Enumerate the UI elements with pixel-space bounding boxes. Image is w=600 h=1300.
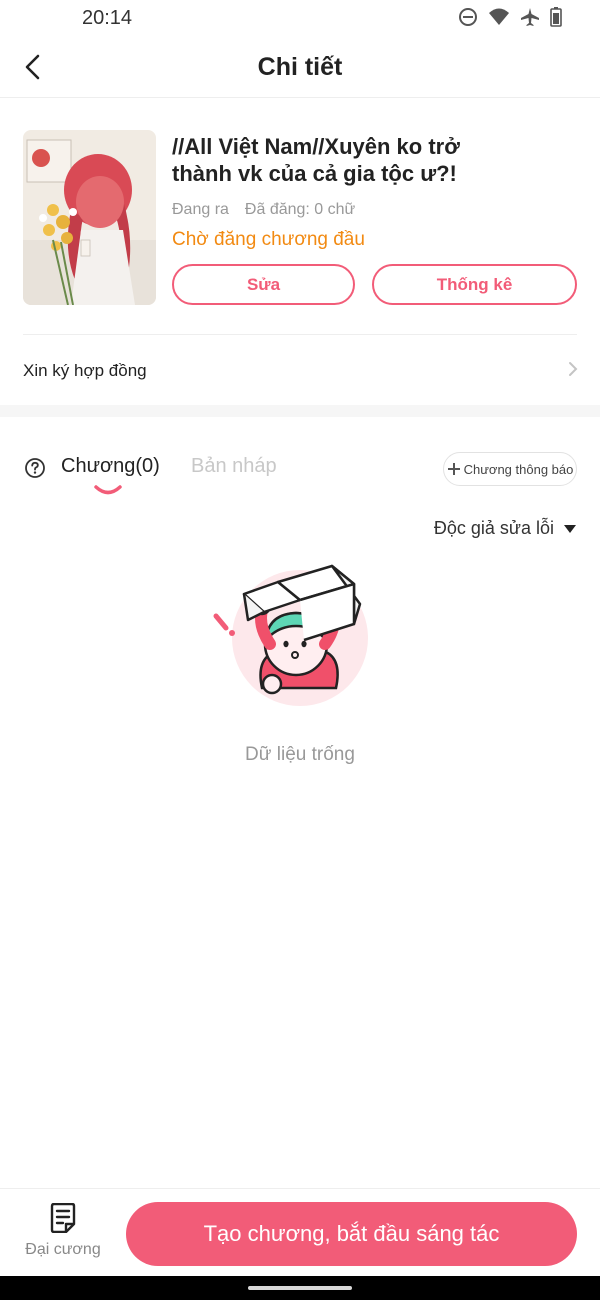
caret-down-icon [564,524,576,533]
tab-chapters[interactable]: Chương(0) [61,455,160,478]
outline-button[interactable]: Đại cương [14,1203,112,1265]
empty-state-text: Dữ liệu trống [245,744,355,765]
book-title: //All Việt Nam//Xuyên ko trở thành vk củ… [172,134,460,186]
empty-state-illustration [213,564,368,706]
book-status: Chờ đăng chương đầu [172,229,365,250]
edit-button[interactable]: Sửa [172,264,355,305]
system-navigation-bar [0,1276,600,1300]
book-meta: Đang ra Đã đăng: 0 chữ [172,201,355,219]
contract-row[interactable]: Xin ký hợp đồng [0,335,600,405]
status-icons [458,7,562,27]
wifi-icon [489,8,509,25]
battery-icon [550,7,562,27]
outline-document-icon [50,1203,76,1233]
section-separator [0,405,600,417]
app-header: Chi tiết [0,36,600,98]
reader-corrections-label: Độc giả sửa lỗi [433,518,554,538]
book-state: Đang ra [172,201,229,218]
bottom-action-bar: Đại cương Tạo chương, bắt đầu sáng tác [0,1188,600,1276]
announcement-chapter-label: Chương thông báo [463,461,574,477]
tab-active-indicator [94,485,122,495]
do-not-disturb-icon [459,8,477,26]
tab-drafts[interactable]: Bản nháp [191,455,277,478]
create-chapter-button[interactable]: Tạo chương, bắt đầu sáng tác [126,1202,577,1266]
airplane-icon [521,8,539,26]
status-bar: 20:14 [0,0,600,36]
reader-corrections-dropdown[interactable]: Độc giả sửa lỗi [434,518,576,539]
status-time: 20:14 [82,7,133,29]
plus-icon [447,463,460,475]
chevron-right-icon [569,362,578,376]
outline-label: Đại cương [25,1241,101,1258]
book-word-count: Đã đăng: 0 chữ [244,201,356,218]
announcement-chapter-button[interactable]: Chương thông báo [443,452,577,486]
book-cover[interactable] [23,130,156,305]
statistics-button[interactable]: Thống kê [372,264,577,305]
book-cover-art [23,130,156,305]
help-icon[interactable] [24,457,46,479]
home-indicator[interactable] [248,1286,352,1290]
page-title: Chi tiết [257,53,343,81]
contract-label: Xin ký hợp đồng [23,361,147,380]
